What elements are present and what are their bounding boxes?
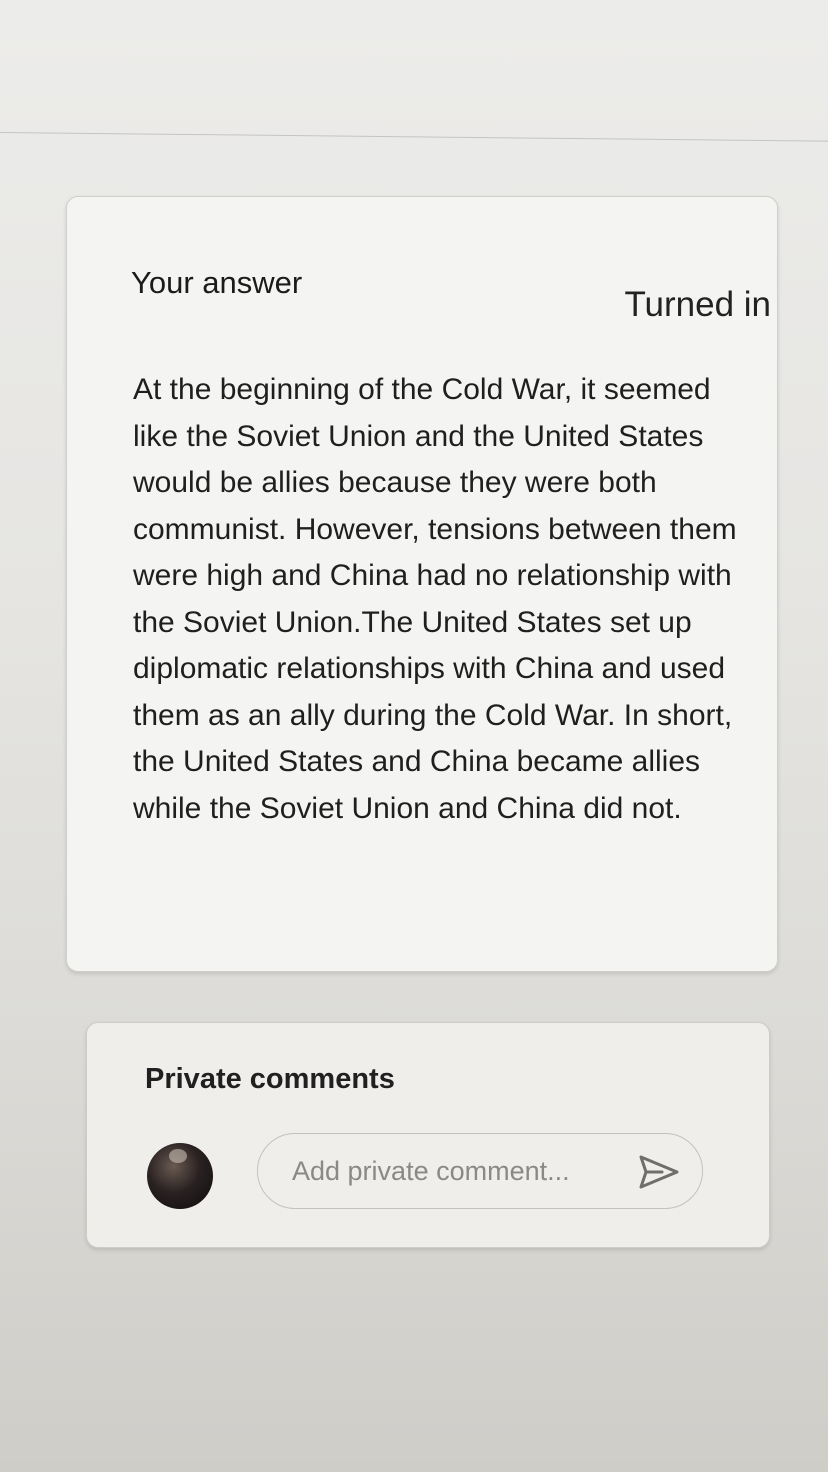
- answer-text: At the beginning of the Cold War, it see…: [133, 373, 737, 825]
- answer-card-title: Your answer: [131, 265, 303, 300]
- answer-card-header: Your answer Turned in: [67, 197, 777, 327]
- send-icon[interactable]: [638, 1154, 680, 1190]
- private-comment-input[interactable]: [292, 1150, 602, 1192]
- submission-status: Turned in: [624, 285, 771, 324]
- private-comments-card: Private comments: [86, 1022, 770, 1248]
- private-comment-field[interactable]: [257, 1133, 703, 1209]
- your-answer-card: Your answer Turned in At the beginning o…: [66, 196, 778, 972]
- top-divider: [0, 132, 828, 142]
- avatar-highlight: [169, 1149, 187, 1163]
- user-avatar: [147, 1143, 213, 1209]
- private-comments-title: Private comments: [145, 1063, 395, 1095]
